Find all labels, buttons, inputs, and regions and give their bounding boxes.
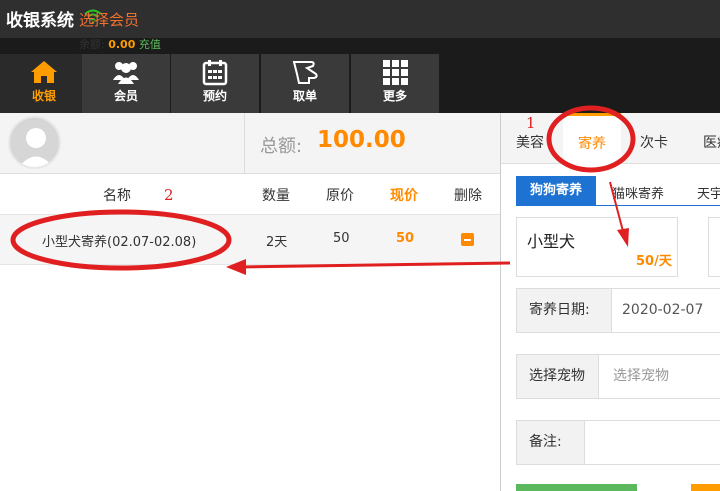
total-value: 100.00	[317, 127, 406, 153]
nav-item-checkout[interactable]: 收银	[0, 54, 88, 113]
nav-item-members[interactable]: 会员	[82, 54, 170, 113]
panel-divider	[500, 113, 501, 491]
col-header-cur-price: 现价	[390, 188, 418, 204]
subtab-cat-boarding[interactable]: 猫咪寄养	[612, 183, 664, 202]
calendar-icon	[202, 60, 228, 86]
app-title: 收银系统	[6, 11, 74, 31]
col-header-qty: 数量	[262, 188, 290, 204]
nav-item-label: 会员	[113, 89, 138, 103]
total-label: 总额:	[260, 136, 303, 157]
member-bar	[0, 113, 500, 174]
note-field: 备注:	[516, 420, 720, 465]
action-button[interactable]	[691, 484, 720, 491]
note-label: 备注:	[517, 421, 585, 464]
tab-boarding[interactable]: 寄养	[563, 113, 621, 165]
nav-item-more[interactable]: 更多	[351, 54, 439, 113]
pet-select-label: 选择宠物	[517, 355, 599, 398]
nav-item-label: 取单	[292, 89, 317, 103]
divider	[244, 113, 245, 174]
product-price: 50/天	[636, 254, 672, 269]
balance-value: 0.00	[108, 38, 136, 51]
row-cur-price[interactable]: 50	[396, 231, 414, 246]
pet-select-field: 选择宠物 选择宠物	[516, 354, 720, 399]
nav-item-label: 收银	[31, 89, 56, 103]
boarding-date-input[interactable]: 2020-02-07	[622, 289, 703, 332]
col-header-orig-price: 原价	[326, 188, 354, 204]
grid-icon	[383, 60, 408, 85]
nav-item-label: 更多	[382, 89, 407, 103]
annotation-number-1: 1	[526, 114, 536, 132]
pet-select-input[interactable]: 选择宠物	[613, 355, 669, 398]
pos-app: 收银系统 收银 会员 预约 取单 更多 选择会员 余额: 0.00 充值 总额:…	[0, 0, 720, 491]
member-balance: 余额: 0.00 充值	[79, 36, 161, 52]
boarding-date-field: 寄养日期: 2020-02-07	[516, 288, 720, 333]
col-header-delete: 删除	[454, 188, 482, 204]
tab-grooming[interactable]: 美容	[516, 132, 544, 152]
members-icon	[113, 62, 139, 84]
tab-label: 寄养	[578, 136, 606, 152]
tab-medical[interactable]: 医疗	[703, 132, 720, 152]
nav-item-pickup[interactable]: 取单	[261, 54, 349, 113]
avatar[interactable]	[8, 116, 61, 169]
row-name: 小型犬寄养(02.07-02.08)	[42, 235, 197, 250]
nav-item-label: 预约	[202, 89, 227, 103]
delete-row-button[interactable]	[461, 233, 474, 246]
confirm-button[interactable]	[516, 484, 637, 491]
row-orig-price: 50	[333, 231, 350, 246]
product-name: 小型犬	[527, 232, 576, 251]
col-header-name: 名称	[103, 188, 131, 204]
product-card[interactable]	[708, 217, 720, 277]
recharge-link[interactable]: 充值	[139, 38, 161, 51]
annotation-number-2: 2	[164, 186, 174, 204]
home-icon	[31, 61, 57, 83]
pickup-hand-icon	[292, 61, 318, 84]
note-input[interactable]	[589, 421, 719, 464]
nav-item-appointments[interactable]: 预约	[171, 54, 259, 113]
balance-label: 余额:	[79, 38, 105, 51]
subtab-underline	[516, 205, 720, 206]
select-member-link[interactable]: 选择会员	[79, 9, 139, 30]
row-qty: 2天	[266, 235, 288, 250]
tab-punch-card[interactable]: 次卡	[640, 132, 668, 152]
boarding-date-label: 寄养日期:	[517, 289, 612, 332]
subtab-dog-boarding[interactable]: 狗狗寄养	[516, 176, 596, 206]
subtab-third[interactable]: 天宇	[697, 183, 720, 202]
user-silhouette-icon	[19, 128, 53, 167]
